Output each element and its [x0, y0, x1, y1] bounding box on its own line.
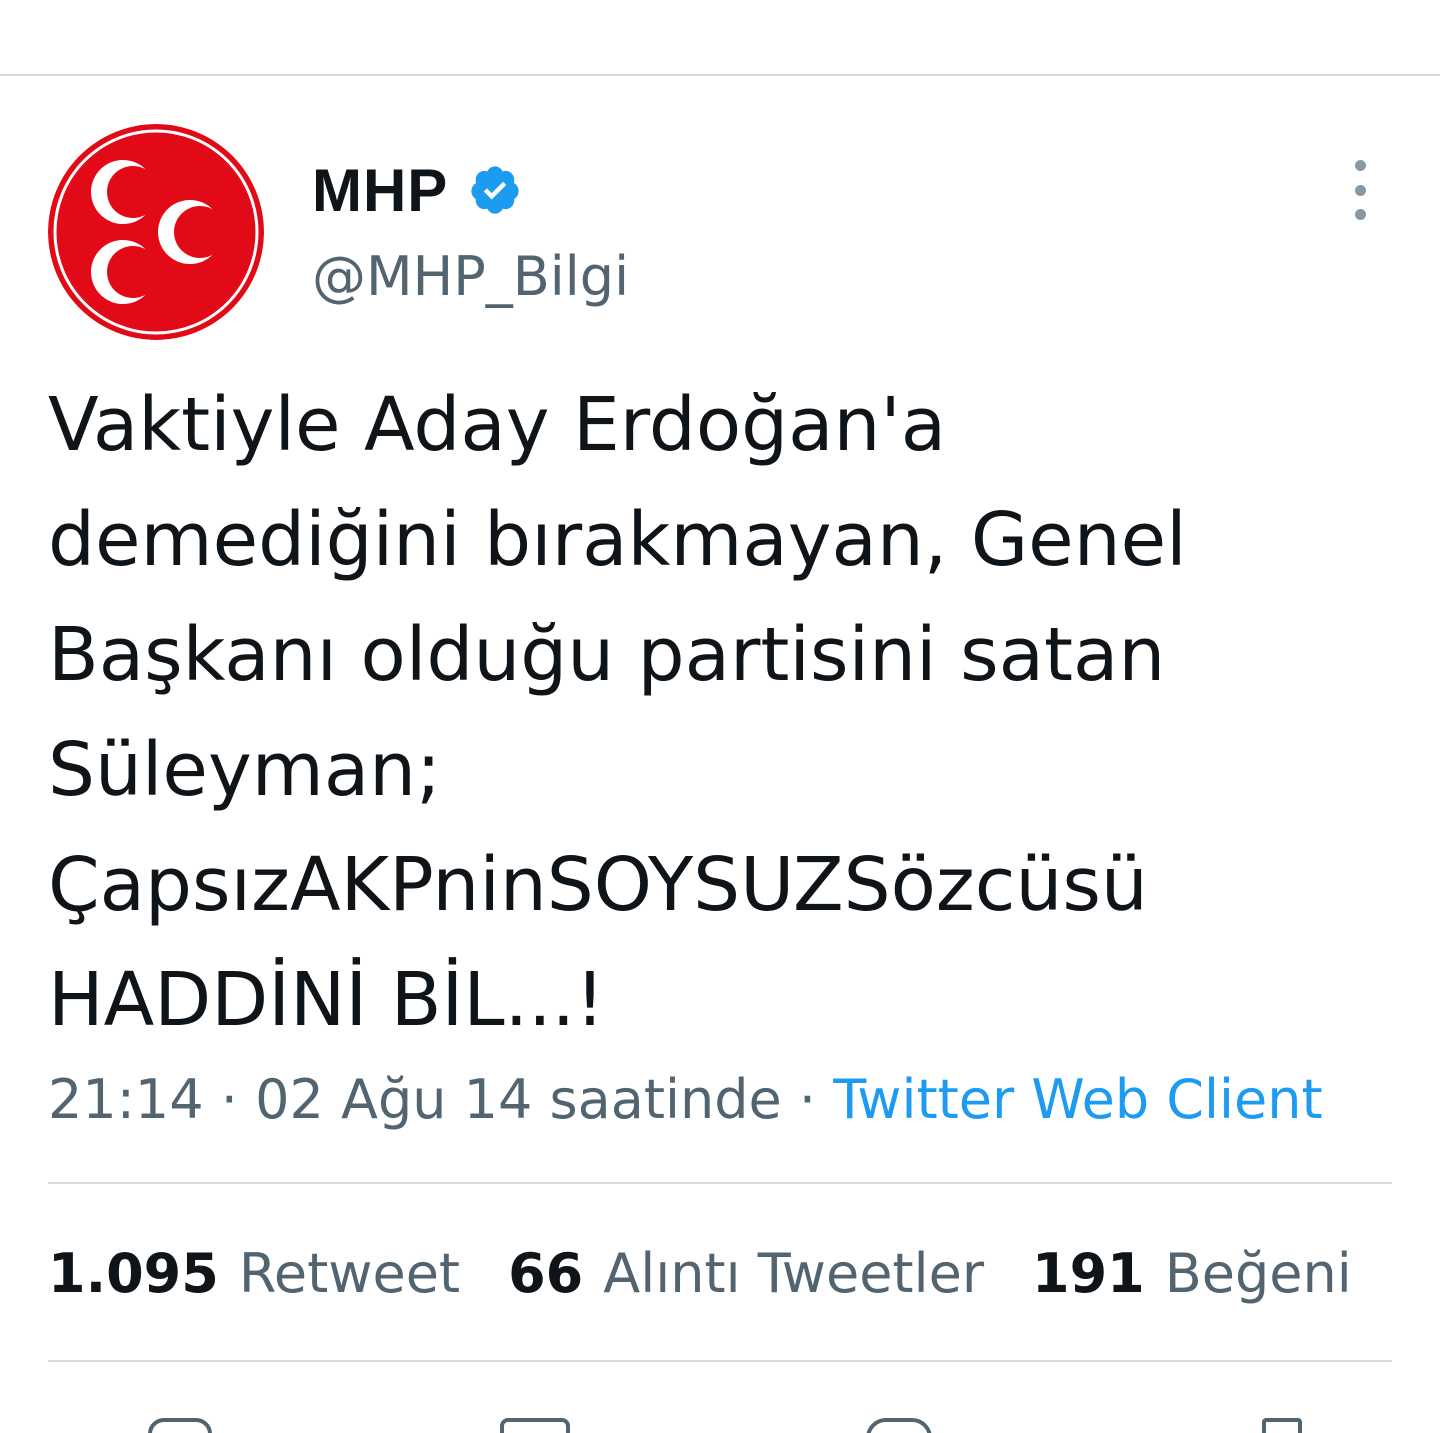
tweet-action-bar — [0, 1412, 1440, 1433]
author-handle[interactable]: @MHP_Bilgi — [312, 244, 629, 310]
more-options-button[interactable] — [1340, 160, 1380, 220]
tweet-text: Vaktiyle Aday Erdoğan'a demediğini bırakm… — [48, 368, 1418, 1058]
tweet-text-line: Vaktiyle Aday Erdoğan'a — [48, 382, 947, 468]
like-count: 191 — [1032, 1242, 1145, 1305]
tweet-time[interactable]: 21:14 — [48, 1068, 204, 1131]
avatar[interactable] — [48, 124, 264, 340]
retweet-count-link[interactable]: 1.095 Retweet — [48, 1242, 460, 1306]
quote-label: Alıntı Tweetler — [603, 1242, 985, 1305]
like-icon[interactable] — [866, 1418, 932, 1433]
retweet-icon[interactable] — [500, 1418, 570, 1433]
tweet-text-line: HADDİNİ BİL...! — [48, 957, 605, 1043]
top-divider — [0, 74, 1440, 76]
tweet-text-line: Süleyman; — [48, 727, 442, 813]
retweet-count: 1.095 — [48, 1242, 219, 1305]
tweet-stats: 1.095 Retweet 66 Alıntı Tweetler 191 Beğ… — [48, 1242, 1400, 1306]
meta-separator: · — [220, 1068, 238, 1131]
more-options-icon — [1354, 160, 1366, 171]
like-count-link[interactable]: 191 Beğeni — [1032, 1242, 1352, 1306]
tweet-text-line: demediğini bırakmayan, Genel — [48, 497, 1187, 583]
tweet-meta: 21:14 · 02 Ağu 14 saatinde · Twitter Web… — [48, 1068, 1323, 1132]
quote-count: 66 — [508, 1242, 584, 1305]
divider — [48, 1182, 1392, 1184]
tweet-text-line: ÇapsızAKPninSOYSUZSözcüsü — [48, 842, 1148, 928]
reply-icon[interactable] — [148, 1418, 212, 1433]
more-options-icon-dot — [1354, 184, 1366, 196]
divider — [48, 1360, 1392, 1362]
verified-badge-icon — [471, 166, 519, 214]
meta-separator: · — [798, 1068, 817, 1131]
mhp-logo-icon — [48, 124, 264, 340]
tweet-date[interactable]: 02 Ağu 14 saatinde — [255, 1068, 782, 1131]
more-options-icon-dot — [1354, 209, 1366, 220]
share-icon[interactable] — [1262, 1418, 1302, 1433]
author-name-row[interactable]: MHP — [312, 152, 522, 228]
display-name[interactable]: MHP — [312, 156, 448, 225]
tweet-source-link[interactable]: Twitter Web Client — [833, 1068, 1322, 1131]
like-label: Beğeni — [1164, 1242, 1352, 1305]
retweet-label: Retweet — [238, 1242, 461, 1305]
tweet-text-line: Başkanı olduğu partisini satan — [48, 612, 1166, 698]
quote-count-link[interactable]: 66 Alıntı Tweetler — [508, 1242, 984, 1306]
